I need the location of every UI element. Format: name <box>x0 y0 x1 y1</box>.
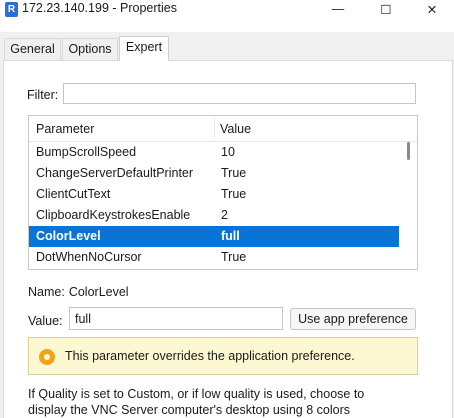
tab-expert[interactable]: Expert <box>119 36 169 61</box>
list-row[interactable]: DotWhenNoCursor True <box>29 247 399 268</box>
close-button[interactable]: ✕ <box>410 0 454 18</box>
selected-name: Name: ColorLevel <box>28 285 129 299</box>
maximize-button[interactable]: ☐ <box>364 0 408 18</box>
filter-input[interactable] <box>63 83 416 104</box>
tab-options[interactable]: Options <box>62 38 118 60</box>
parameter-list[interactable]: Parameter Value BumpScrollSpeed 10 Chang… <box>28 115 418 270</box>
row-parameter: ClientCutText <box>36 187 111 201</box>
warning-gear-icon <box>39 349 55 365</box>
list-row-selected[interactable]: ColorLevel full <box>29 226 399 247</box>
row-parameter: BumpScrollSpeed <box>36 145 137 159</box>
use-app-preference-button[interactable]: Use app preference <box>290 308 416 330</box>
column-header-parameter[interactable]: Parameter <box>36 122 94 136</box>
name-label: Name: <box>28 285 65 299</box>
value-label: Value: <box>28 314 63 328</box>
filter-label: Filter: <box>27 88 59 102</box>
column-header-value[interactable]: Value <box>220 122 251 136</box>
description-line: If Quality is set to Custom, or if low q… <box>28 387 365 401</box>
parameter-description: If Quality is set to Custom, or if low q… <box>28 386 438 418</box>
row-value: True <box>221 250 247 264</box>
description-line: display the VNC Server computer's deskto… <box>28 403 350 417</box>
title-bar: R 172.23.140.199 - Properties — ☐ ✕ <box>0 0 454 32</box>
row-parameter: DotWhenNoCursor <box>36 250 142 264</box>
tab-general[interactable]: General <box>4 38 61 60</box>
row-value: 2 <box>221 208 228 222</box>
row-parameter: ColorLevel <box>36 229 101 243</box>
override-notice: This parameter overrides the application… <box>28 337 418 375</box>
row-value: 10 <box>221 145 235 159</box>
list-header: Parameter Value <box>29 116 417 142</box>
row-value: True <box>221 187 247 201</box>
column-separator[interactable] <box>214 118 215 138</box>
list-row[interactable]: ClientCutText True <box>29 184 399 205</box>
list-row[interactable]: BumpScrollSpeed 10 <box>29 142 399 163</box>
row-parameter: ChangeServerDefaultPrinter <box>36 166 194 180</box>
list-row[interactable]: ChangeServerDefaultPrinter True <box>29 163 399 184</box>
minimize-button[interactable]: — <box>316 0 360 18</box>
name-value: ColorLevel <box>68 285 129 299</box>
vertical-scrollbar-thumb[interactable] <box>407 142 410 160</box>
row-value: True <box>221 166 247 180</box>
window-title: 172.23.140.199 - Properties <box>22 1 177 15</box>
tab-strip: General Options Expert <box>0 36 454 61</box>
notice-text: This parameter overrides the application… <box>65 349 355 363</box>
row-value: full <box>221 229 240 243</box>
list-row[interactable]: ClipboardKeystrokesEnable 2 <box>29 205 399 226</box>
row-parameter: ClipboardKeystrokesEnable <box>36 208 191 222</box>
app-icon: R <box>5 2 18 17</box>
value-input[interactable]: full <box>69 307 283 330</box>
